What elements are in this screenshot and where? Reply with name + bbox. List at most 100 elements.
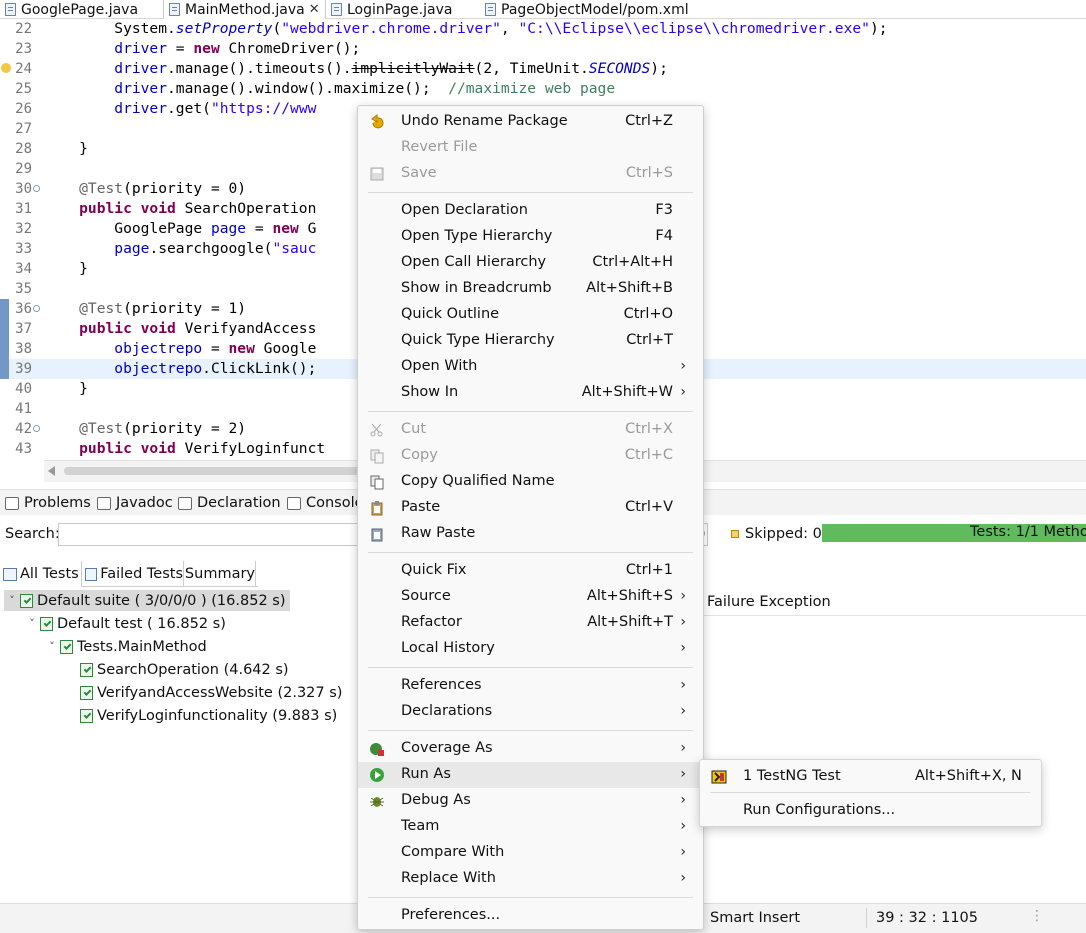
results-tab[interactable]: Summary [184,561,256,587]
menu-item-compare-with[interactable]: Compare With › [358,840,703,866]
code-text: } [44,379,88,399]
code-token: SECONDS [588,60,651,77]
menu-item-label: Source [401,588,451,604]
close-icon[interactable]: ✕ [309,2,320,17]
fold-toggle-icon[interactable] [33,185,40,192]
chevron-right-icon: › [680,818,686,834]
menu-item-preferences[interactable]: Preferences... [358,903,703,929]
menu-item-open-call-hierarchy[interactable]: Open Call Hierarchy Ctrl+Alt+H [358,250,703,276]
tree-item-label: VerifyandAccessWebsite (2.327 s) [97,684,343,701]
insert-mode: Smart Insert [710,910,801,926]
menu-item-show-in-breadcrumb[interactable]: Show in Breadcrumb Alt+Shift+B [358,276,703,302]
menu-item-replace-with[interactable]: Replace With › [358,866,703,892]
menu-item-undo-rename-package[interactable]: Undo Rename Package Ctrl+Z [358,109,703,135]
tree-item[interactable]: VerifyandAccessWebsite (2.327 s) [64,682,342,703]
editor-tab[interactable]: LoginPage.java [326,0,480,19]
menu-item-shortcut: F3 [655,202,673,218]
menu-item-quick-fix[interactable]: Quick Fix Ctrl+1 [358,558,703,584]
panel-tab[interactable]: Console [287,490,364,516]
submenu-item-run-configurations[interactable]: Run Configurations... [700,799,1041,823]
results-tab-label: Failed Tests [100,566,183,582]
results-tab[interactable]: Failed Tests [82,561,184,587]
status-more-icon[interactable]: ⋮ [1030,908,1044,924]
code-text: @Test(priority = 1) [44,299,246,319]
menu-item-label: Local History [401,640,495,656]
run-as-submenu: 1 TestNG Test Alt+Shift+X, N Run Configura… [699,759,1042,827]
editor-tab[interactable]: PageObjectModel/pom.xml [480,0,700,19]
tab-label: LoginPage.java [347,1,453,18]
scroll-thumb[interactable] [64,467,384,475]
menu-item-references[interactable]: References › [358,673,703,699]
chevron-down-icon[interactable]: ˅ [4,594,20,607]
tests-progress-label: Tests: 1/1 Method [970,524,1086,540]
tree-item[interactable]: ˅ Default test ( 16.852 s) [24,613,226,634]
menu-item-quick-outline[interactable]: Quick Outline Ctrl+O [358,302,703,328]
fold-toggle-icon[interactable] [33,425,40,432]
line-number: 30 [15,181,32,197]
menu-item-open-declaration[interactable]: Open Declaration F3 [358,198,703,224]
tree-item[interactable]: SearchOperation (4.642 s) [64,659,289,680]
editor-tab-bar: GooglePage.java MainMethod.java ✕ LoginPage… [0,0,1086,19]
code-token: System. [44,20,176,37]
menu-item-label: Show in Breadcrumb [401,280,552,296]
javadoc-icon [97,496,111,510]
chevron-down-icon[interactable]: ˅ [44,640,60,653]
menu-item-label: Open Call Hierarchy [401,254,547,270]
menu-item-run-as[interactable]: Run As › [358,762,703,788]
code-text: page.searchgoogle("sauc [44,239,316,259]
panel-tab[interactable]: Problems [5,490,91,516]
line-number: 35 [15,281,32,297]
results-tab[interactable]: All Tests [0,561,82,587]
tree-item[interactable]: ˅ Tests.MainMethod [44,636,206,657]
menu-item-open-type-hierarchy[interactable]: Open Type Hierarchy F4 [358,224,703,250]
menu-item-label: Debug As [401,792,471,808]
divider [700,615,1086,616]
chevron-right-icon: › [680,844,686,860]
menu-item-quick-type-hierarchy[interactable]: Quick Type Hierarchy Ctrl+T [358,328,703,354]
menu-item-declarations[interactable]: Declarations › [358,699,703,725]
tree-item[interactable]: ˅ Default suite ( 3/0/0/0 ) (16.852 s) [4,590,290,611]
context-menu: Undo Rename Package Ctrl+Z Revert File Save… [357,105,704,930]
chevron-right-icon: › [680,640,686,656]
menu-item-shortcut: Ctrl+C [624,447,673,463]
menu-item-label: Refactor [401,614,462,630]
submenu-item-1-testng-test[interactable]: 1 TestNG Test Alt+Shift+X, N [700,765,1041,789]
menu-item-team[interactable]: Team › [358,814,703,840]
chevron-down-icon[interactable]: ˅ [24,617,40,630]
code-token: .manage().window().maximize(); [167,80,449,97]
code-line: 25 driver.manage().window().maximize(); … [0,79,1086,99]
panel-tab[interactable]: Declaration [178,490,281,516]
code-text: driver.manage().timeouts().implicitlyWai… [44,59,668,79]
java-file-icon [5,3,16,16]
menu-item-open-with[interactable]: Open With › [358,354,703,380]
code-token: , [500,20,519,37]
menu-item-label: Open Type Hierarchy [401,228,553,244]
code-token: } [44,380,88,397]
menu-item-paste[interactable]: Paste Ctrl+V [358,495,703,521]
code-token: = [202,340,229,357]
chevron-right-icon: › [680,703,686,719]
menu-item-coverage-as[interactable]: Coverage As › [358,736,703,762]
editor-tab[interactable]: GooglePage.java [0,0,163,19]
tree-item[interactable]: VerifyLoginfunctionality (9.883 s) [64,705,337,726]
menu-item-copy-qualified-name[interactable]: Copy Qualified Name [358,469,703,495]
menu-item-debug-as[interactable]: Debug As › [358,788,703,814]
menu-item-source[interactable]: Source Alt+Shift+S › [358,584,703,610]
menu-item-refactor[interactable]: Refactor Alt+Shift+T › [358,610,703,636]
menu-item-local-history[interactable]: Local History › [358,636,703,662]
line-number: 32 [15,221,32,237]
editor-tab[interactable]: MainMethod.java ✕ [163,0,326,19]
menu-item-raw-paste[interactable]: Raw Paste [358,521,703,547]
chevron-right-icon: › [680,766,686,782]
scroll-left-arrow-icon[interactable] [48,466,55,476]
test-passed-icon [80,662,93,677]
code-text: GooglePage page = new G [44,219,316,239]
test-passed-icon [60,639,73,654]
menu-item-show-in[interactable]: Show In Alt+Shift+W › [358,380,703,406]
fold-toggle-icon[interactable] [33,305,40,312]
panel-tab[interactable]: Javadoc [97,490,173,516]
cut-icon [369,422,385,438]
test-passed-icon [20,593,33,608]
menu-separator [368,897,693,898]
test-passed-icon [80,685,93,700]
